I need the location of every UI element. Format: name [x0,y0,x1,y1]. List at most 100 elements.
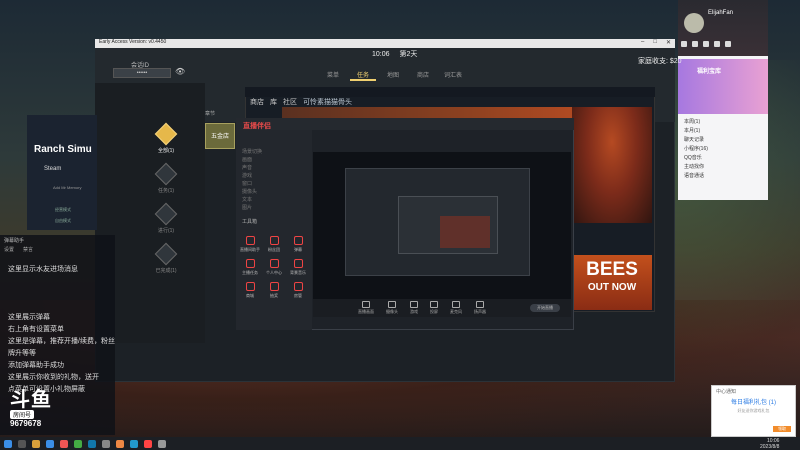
step-task[interactable]: 任务(1) [151,162,181,194]
sidebar-item[interactable]: 游戏 [236,172,312,180]
app-icon[interactable] [158,439,166,448]
eye-icon[interactable]: 👁 [175,67,185,76]
ranch-item[interactable]: 经营模式 [55,207,71,213]
search-icon[interactable] [18,439,26,448]
game-icon[interactable] [692,41,698,47]
chat-line: 这里显示水友进场消息 [8,266,78,273]
sidebar-item[interactable]: 窗口 [236,180,312,188]
game-tabs: 菜单 任务 地图 商店 词汇表 [320,71,466,81]
tool-icon [245,282,255,291]
list-item[interactable]: 本周(1) [684,118,708,127]
qq-icon[interactable] [130,439,138,448]
sidebar-item[interactable]: 图片 [236,204,312,212]
tool-item[interactable]: 商城 [238,282,262,299]
minimize-icon[interactable]: – [641,39,644,46]
tab-glossary[interactable]: 词汇表 [440,71,466,81]
chat-header: 弹幕助手 [4,238,25,244]
tool-label: 主播任务 [242,270,258,275]
ranch-platform: Steam [44,166,62,172]
tab-shop[interactable]: 商店 [410,71,436,81]
sidebar-item[interactable]: 摄像头 [236,188,312,196]
toolbox-grid: 直播间助手 粉丝团 弹幕 主播任务 个人中心 背景音乐 商城 抽奖 房管 [238,236,310,299]
list-item[interactable]: 本月(1) [684,127,708,136]
tool-button[interactable]: 投屏 [430,301,438,315]
tab-tasks[interactable]: 任务 [350,71,376,81]
session-id-field[interactable]: •••••• [113,68,171,78]
video-icon[interactable] [714,41,720,47]
clock-day: 第2天 [399,51,418,58]
tool-item[interactable]: 背景音乐 [286,259,310,276]
steam-icon[interactable] [88,439,96,448]
list-item[interactable]: 语音通话 [684,172,708,181]
sidebar-item[interactable]: 场景切换 [236,148,312,156]
claim-button[interactable]: 领取 [773,426,791,432]
stream-app-icon[interactable] [144,439,152,448]
microphone-icon [452,301,460,308]
tool-item[interactable]: 弹幕 [286,236,310,253]
go-live-button[interactable]: 开始直播 [530,304,560,312]
tool-item[interactable]: 房管 [286,282,310,299]
tool-item[interactable]: 粉丝团 [262,236,286,253]
tool-icon [245,236,255,245]
steam-nav-library[interactable]: 库 [270,97,277,107]
avatar[interactable] [684,13,704,33]
music-icon[interactable] [703,41,709,47]
tool-label: 个人中心 [266,270,282,275]
folder-icon[interactable] [32,439,40,448]
app-icon[interactable] [102,439,110,448]
stream-sidebar: 场景切换 画面 声音 游戏 窗口 摄像头 文本 图片 工具箱 [236,130,312,330]
tool-label: 直播间助手 [240,247,260,252]
tool-button[interactable]: 麦克风 [450,301,462,315]
sidebar-item[interactable]: 声音 [236,164,312,172]
close-icon[interactable]: ✕ [666,39,671,46]
list-item[interactable]: QQ音乐 [684,154,708,163]
wishlist-button[interactable]: Add Mr Memory [53,185,81,190]
notification-popup[interactable]: 中心通知 每日福利礼包 (1) 好友送你游戏礼包 领取 [711,385,796,437]
steam-nav-community[interactable]: 社区 [283,97,297,107]
ranch-item[interactable]: 自由模式 [55,218,71,224]
sidebar-item[interactable]: 文本 [236,196,312,204]
tool-item[interactable]: 直播间助手 [238,236,262,253]
notification-sub: 好友送你游戏礼包 [737,408,770,413]
toolbox-label: 工具箱 [242,219,258,225]
list-item[interactable]: 聊天记录 [684,136,708,145]
grid-icon[interactable] [725,41,731,47]
step-done[interactable]: 已完成(1) [151,242,181,274]
preview-nested-art [440,216,490,248]
list-item[interactable]: 主动找你 [684,163,708,172]
clock-time: 10:06 [372,51,390,58]
tool-label: 弹幕 [294,247,302,252]
step-progress[interactable]: 进行(1) [151,202,181,234]
tool-icon [269,259,279,268]
chat-settings[interactable]: 设置 [4,246,14,253]
browser-icon[interactable] [46,439,54,448]
tool-button[interactable]: 游戏 [410,301,418,315]
maximize-icon[interactable]: □ [653,39,657,46]
app-icon[interactable] [116,439,124,448]
speaker-icon [476,301,484,308]
tool-button[interactable]: 摄像头 [386,301,398,315]
app-icon[interactable] [60,439,68,448]
task-card-hardware-store[interactable]: 五金店 [205,123,235,149]
tool-item[interactable]: 个人中心 [262,259,286,276]
tool-button[interactable]: 直播画面 [358,301,374,315]
sidebar-item[interactable]: 画面 [236,156,312,164]
tool-item[interactable]: 抽奖 [262,282,286,299]
step-all[interactable]: 全部(1) [151,122,181,154]
tab-map[interactable]: 地图 [380,71,406,81]
mail-icon[interactable] [681,41,687,47]
bees-ad-banner[interactable]: BEES OUT NOW [572,255,652,310]
steam-nav-store[interactable]: 商店 [250,97,264,107]
tool-item[interactable]: 主播任务 [238,259,262,276]
step-label: 进行(1) [157,228,175,234]
app-icon[interactable] [74,439,82,448]
list-item[interactable]: 小程序(16) [684,145,708,154]
chat-mute[interactable]: 禁言 [23,246,33,253]
tab-menu[interactable]: 菜单 [320,71,346,81]
game-cover-art[interactable] [572,107,652,223]
start-icon[interactable] [4,439,12,448]
tool-button[interactable]: 扬声器 [474,301,486,315]
qq-promo-banner[interactable] [678,59,768,114]
tool-icon [293,282,303,291]
steam-nav-user[interactable]: 可怜素描猫骨头 [303,97,352,107]
